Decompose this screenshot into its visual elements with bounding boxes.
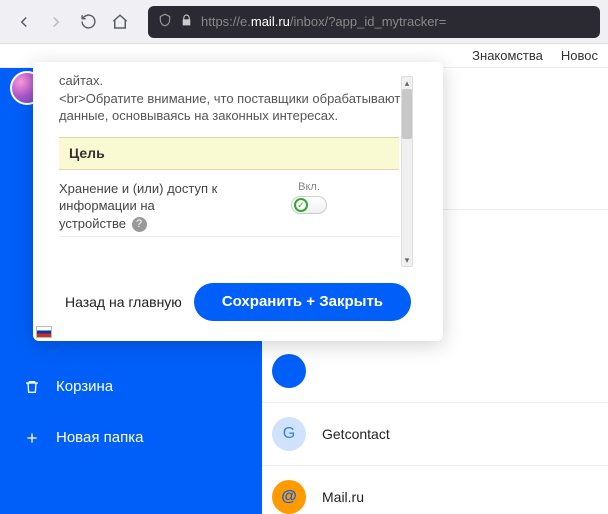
contact-row[interactable] xyxy=(262,340,608,403)
consent-modal: сайтах. <br>Обратите внимание, что поста… xyxy=(33,62,443,341)
toggle-switch[interactable] xyxy=(291,196,327,214)
contact-row[interactable]: G Getcontact xyxy=(262,403,608,466)
modal-actions: Назад на главную Сохранить + Закрыть xyxy=(33,267,443,321)
link-news[interactable]: Новос xyxy=(561,48,598,63)
sidebar-item-label: Новая папка xyxy=(56,429,143,446)
toggle-state-label: Вкл. xyxy=(298,180,320,195)
help-icon[interactable]: ? xyxy=(132,217,147,232)
back-link[interactable]: Назад на главную xyxy=(65,294,182,310)
reload-button[interactable] xyxy=(72,6,104,38)
flag-ru-icon[interactable] xyxy=(36,326,52,338)
shield-icon xyxy=(158,13,172,30)
contact-row[interactable]: @ Mail.ru xyxy=(262,466,608,514)
link-dating[interactable]: Знакомства xyxy=(472,48,543,63)
check-icon xyxy=(294,198,308,212)
browser-toolbar: https://e.mail.ru/inbox/?app_id_mytracke… xyxy=(0,0,608,44)
trash-icon xyxy=(22,379,42,395)
plus-icon xyxy=(22,430,42,446)
scroll-up-icon[interactable]: ▴ xyxy=(402,77,412,89)
scrollbar[interactable]: ▴ ▾ xyxy=(401,76,413,267)
url-bar[interactable]: https://e.mail.ru/inbox/?app_id_mytracke… xyxy=(148,6,600,38)
contact-name: Mail.ru xyxy=(322,489,364,505)
modal-scroll-area: сайтах. <br>Обратите внимание, что поста… xyxy=(59,72,417,267)
scrollbar-thumb[interactable] xyxy=(402,89,412,139)
scroll-down-icon[interactable]: ▾ xyxy=(402,254,412,266)
contact-name: Getcontact xyxy=(322,426,390,442)
toggle-wrap: Вкл. xyxy=(219,180,399,215)
consent-text: сайтах. <br>Обратите внимание, что поста… xyxy=(59,72,417,125)
lock-icon xyxy=(180,14,193,30)
url-text: https://e.mail.ru/inbox/?app_id_mytracke… xyxy=(201,14,446,29)
setting-label: Хранение и (или) доступ к информации на … xyxy=(59,180,219,233)
table-header-purpose: Цель xyxy=(59,137,399,170)
avatar: @ xyxy=(272,480,306,514)
save-close-button[interactable]: Сохранить + Закрыть xyxy=(194,283,411,321)
setting-row: Хранение и (или) доступ к информации на … xyxy=(59,170,399,238)
home-button[interactable] xyxy=(104,6,136,38)
back-button[interactable] xyxy=(8,6,40,38)
sidebar-item-new-folder[interactable]: Новая папка xyxy=(0,419,262,456)
avatar xyxy=(272,354,306,388)
sidebar-item-label: Корзина xyxy=(56,378,113,395)
forward-button xyxy=(40,6,72,38)
sidebar-item-trash[interactable]: Корзина xyxy=(0,368,262,405)
avatar: G xyxy=(272,417,306,451)
